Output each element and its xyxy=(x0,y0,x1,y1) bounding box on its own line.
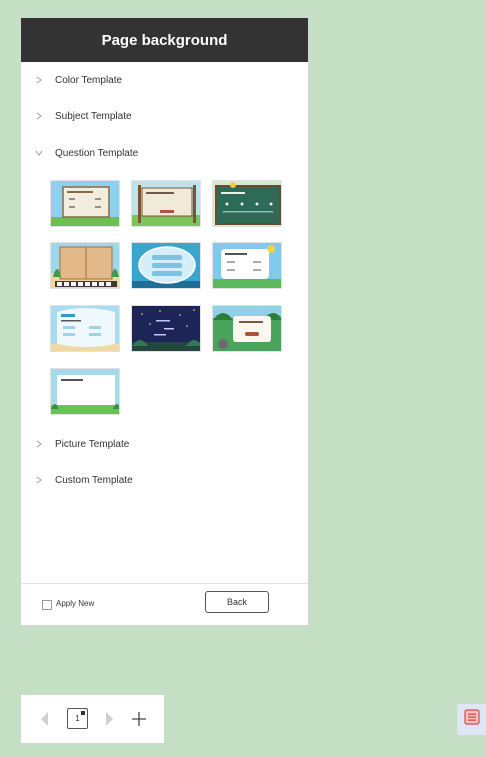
next-page-icon[interactable] xyxy=(103,710,115,728)
section-subject-template[interactable]: Subject Template xyxy=(21,105,308,127)
section-question-template[interactable]: Question Template xyxy=(21,142,308,164)
template-green-chalkboard-thumbnail[interactable] xyxy=(212,180,282,227)
panel-header: Page background xyxy=(21,18,308,62)
section-color-template[interactable]: Color Template xyxy=(21,69,308,91)
chevron-right-icon xyxy=(34,75,44,85)
list-icon xyxy=(464,709,480,730)
template-underwater-bubble-thumbnail[interactable] xyxy=(131,242,201,289)
template-sky-cards-thumbnail[interactable] xyxy=(50,305,120,352)
chevron-right-icon xyxy=(34,111,44,121)
template-sky-board-thumbnail[interactable] xyxy=(50,180,120,227)
template-forest-card-thumbnail[interactable] xyxy=(212,305,282,352)
add-page-icon[interactable] xyxy=(129,709,149,729)
template-night-space-thumbnail[interactable] xyxy=(131,305,201,352)
apply-new-checkbox[interactable] xyxy=(42,600,52,610)
chevron-right-icon xyxy=(34,475,44,485)
page-background-panel: Page background Color Template Subject T… xyxy=(20,17,309,626)
template-wooden-sign-thumbnail[interactable] xyxy=(131,180,201,227)
page-number-box[interactable]: 1 xyxy=(67,708,88,729)
back-button[interactable]: Back xyxy=(205,591,269,613)
current-page-number: 1 xyxy=(75,714,80,723)
template-beach-tablet-thumbnail[interactable] xyxy=(50,242,120,289)
page-list-button[interactable] xyxy=(457,704,486,735)
page-navigator: 1 xyxy=(21,695,164,743)
previous-page-icon[interactable] xyxy=(39,710,51,728)
section-label: Picture Template xyxy=(55,438,130,450)
chevron-right-icon xyxy=(34,439,44,449)
panel-footer: Apply New Back xyxy=(21,583,308,626)
section-label: Question Template xyxy=(55,147,139,159)
section-label: Custom Template xyxy=(55,474,133,486)
template-cloud-quiz-thumbnail[interactable] xyxy=(212,242,282,289)
section-label: Subject Template xyxy=(55,110,132,122)
section-picture-template[interactable]: Picture Template xyxy=(21,433,308,455)
template-meadow-paper-thumbnail[interactable] xyxy=(50,368,120,415)
section-label: Color Template xyxy=(55,74,123,86)
chevron-down-icon xyxy=(34,148,44,158)
panel-title: Page background xyxy=(101,31,228,49)
page-corner-icon xyxy=(81,711,85,715)
section-custom-template[interactable]: Custom Template xyxy=(21,469,308,491)
apply-new-label: Apply New xyxy=(56,599,95,608)
